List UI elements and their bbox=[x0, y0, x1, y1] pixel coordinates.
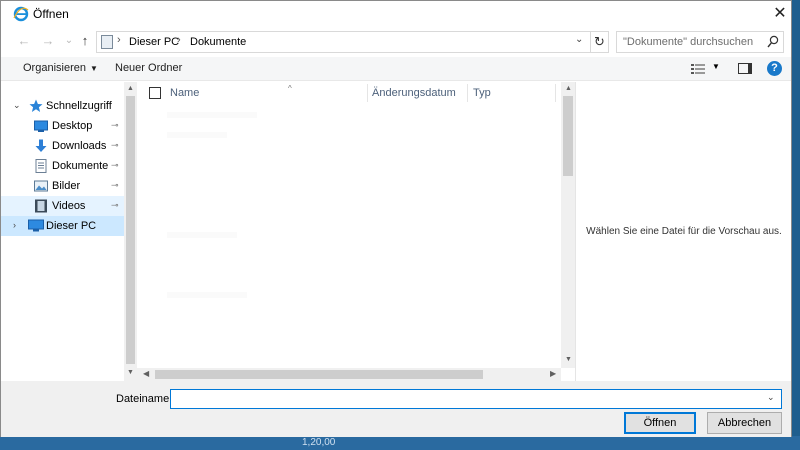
sort-ascending-icon: ^ bbox=[288, 84, 292, 93]
open-button[interactable]: Öffnen bbox=[624, 412, 696, 434]
refresh-icon[interactable]: ↻ bbox=[591, 31, 609, 53]
file-list-vertical-thumb[interactable] bbox=[563, 96, 573, 176]
view-options-icon[interactable] bbox=[691, 63, 705, 75]
new-folder-button[interactable]: Neuer Ordner bbox=[115, 62, 182, 74]
sidebar-item-desktop[interactable]: Desktop ⊸ bbox=[1, 116, 124, 136]
faded-row bbox=[167, 112, 257, 118]
scroll-up-icon[interactable]: ▲ bbox=[127, 85, 134, 92]
sidebar-item-schnellzugriff[interactable]: ⌄ Schnellzugriff bbox=[1, 96, 124, 116]
cancel-button[interactable]: Abbrechen bbox=[707, 412, 782, 434]
desktop-icon bbox=[34, 120, 48, 132]
pin-icon: ⊸ bbox=[111, 140, 119, 150]
organize-label: Organisieren bbox=[23, 62, 86, 74]
pin-icon: ⊸ bbox=[111, 120, 119, 130]
file-list: Name ^ Änderungsdatum Typ ▲ ▼ ◀ ▶ bbox=[137, 82, 575, 381]
sidebar-item-label: Downloads bbox=[52, 140, 107, 152]
recent-locations-icon[interactable]: ⌄ bbox=[61, 33, 77, 49]
select-all-checkbox[interactable] bbox=[149, 87, 161, 99]
view-dropdown-icon[interactable]: ▼ bbox=[712, 62, 720, 71]
background-app-edge bbox=[792, 0, 800, 450]
browser-app-icon bbox=[13, 6, 29, 22]
search-icon bbox=[767, 35, 779, 48]
command-bar: Organisieren ▼ Neuer Ordner ▼ ? bbox=[1, 57, 791, 81]
title-bar: Öffnen ✕ bbox=[1, 1, 791, 27]
document-icon bbox=[35, 159, 47, 173]
sidebar-item-label: Dieser PC bbox=[46, 220, 97, 232]
open-file-dialog: Öffnen ✕ ← → ⌄ ↑ › Dieser PC › Dokumente… bbox=[0, 0, 792, 437]
address-bar[interactable]: › Dieser PC › Dokumente ⌄ bbox=[96, 31, 591, 53]
column-divider[interactable] bbox=[367, 84, 368, 102]
chevron-right-icon[interactable]: › bbox=[13, 220, 16, 230]
organize-button[interactable]: Organisieren ▼ bbox=[23, 62, 98, 74]
breadcrumb-separator[interactable]: › bbox=[117, 34, 121, 46]
scroll-right-icon[interactable]: ▶ bbox=[550, 369, 556, 378]
sidebar-item-label: Bilder bbox=[52, 180, 81, 192]
preview-pane-icon[interactable] bbox=[738, 63, 752, 74]
column-header-type[interactable]: Typ bbox=[473, 87, 491, 99]
search-placeholder: "Dokumente" durchsuchen bbox=[623, 36, 754, 48]
dialog-footer: Dateiname: ⌄ Öffnen Abbrechen bbox=[1, 381, 791, 437]
star-icon bbox=[29, 99, 43, 112]
chevron-down-icon[interactable]: ⌄ bbox=[767, 392, 775, 403]
sidebar-item-label: Dokumente bbox=[52, 160, 109, 172]
breadcrumb-separator[interactable]: › bbox=[177, 34, 181, 46]
window-title: Öffnen bbox=[33, 7, 69, 21]
sidebar-item-dieser-pc[interactable]: › Dieser PC bbox=[1, 216, 124, 236]
chevron-down-icon[interactable]: ⌄ bbox=[575, 34, 583, 45]
sidebar-item-videos[interactable]: Videos ⊸ bbox=[1, 196, 124, 216]
breadcrumb-dieser-pc[interactable]: Dieser PC bbox=[129, 36, 179, 48]
pin-icon: ⊸ bbox=[111, 160, 119, 170]
file-list-horizontal-thumb[interactable] bbox=[155, 370, 483, 379]
chevron-down-icon[interactable]: ⌄ bbox=[13, 100, 21, 111]
filename-input[interactable] bbox=[170, 389, 782, 409]
help-icon[interactable]: ? bbox=[767, 61, 782, 76]
sidebar-item-label: Videos bbox=[52, 200, 86, 212]
column-divider[interactable] bbox=[555, 84, 556, 102]
column-header-name[interactable]: Name ^ bbox=[170, 84, 292, 99]
chevron-down-icon: ▼ bbox=[89, 64, 98, 73]
videos-icon bbox=[35, 199, 47, 213]
faded-row bbox=[167, 292, 247, 298]
preview-message: Wählen Sie eine Datei für die Vorschau a… bbox=[586, 226, 782, 237]
navigation-pane: ⌄ Schnellzugriff Desktop ⊸ Downloads ⊸ D… bbox=[1, 82, 137, 381]
pin-icon: ⊸ bbox=[111, 200, 119, 210]
pictures-icon bbox=[34, 180, 48, 192]
scroll-down-icon[interactable]: ▼ bbox=[565, 356, 572, 363]
column-header-date[interactable]: Änderungsdatum bbox=[372, 87, 456, 99]
close-icon[interactable]: ✕ bbox=[771, 5, 789, 23]
column-divider[interactable] bbox=[467, 84, 468, 102]
location-icon bbox=[101, 35, 113, 49]
sidebar-item-label: Schnellzugriff bbox=[46, 100, 112, 112]
faded-row bbox=[167, 232, 237, 238]
scroll-down-icon[interactable]: ▼ bbox=[127, 369, 134, 376]
column-header-row: Name ^ Änderungsdatum Typ bbox=[137, 82, 561, 104]
sidebar-item-label: Desktop bbox=[52, 120, 93, 132]
back-arrow-icon[interactable]: ← bbox=[16, 33, 32, 49]
filename-label: Dateiname: bbox=[116, 393, 173, 405]
background-status-text: 1,20,00 bbox=[302, 437, 336, 448]
navpane-scrollbar-thumb[interactable] bbox=[126, 96, 135, 364]
column-label: Name bbox=[170, 87, 200, 99]
download-icon bbox=[35, 139, 47, 152]
breadcrumb-dokumente[interactable]: Dokumente bbox=[190, 36, 246, 48]
address-row: ← → ⌄ ↑ › Dieser PC › Dokumente ⌄ ↻ "Dok… bbox=[1, 29, 791, 55]
computer-icon bbox=[28, 219, 44, 232]
sidebar-item-bilder[interactable]: Bilder ⊸ bbox=[1, 176, 124, 196]
faded-row bbox=[167, 132, 227, 138]
pin-icon: ⊸ bbox=[111, 180, 119, 190]
scroll-left-icon[interactable]: ◀ bbox=[143, 369, 149, 378]
preview-pane: Wählen Sie eine Datei für die Vorschau a… bbox=[575, 82, 791, 381]
sidebar-item-downloads[interactable]: Downloads ⊸ bbox=[1, 136, 124, 156]
sidebar-item-dokumente[interactable]: Dokumente ⊸ bbox=[1, 156, 124, 176]
scroll-up-icon[interactable]: ▲ bbox=[565, 85, 572, 92]
forward-arrow-icon[interactable]: → bbox=[40, 33, 56, 49]
up-arrow-icon[interactable]: ↑ bbox=[77, 33, 93, 49]
search-input[interactable]: "Dokumente" durchsuchen bbox=[616, 31, 784, 53]
background-app-bottom bbox=[0, 436, 800, 450]
